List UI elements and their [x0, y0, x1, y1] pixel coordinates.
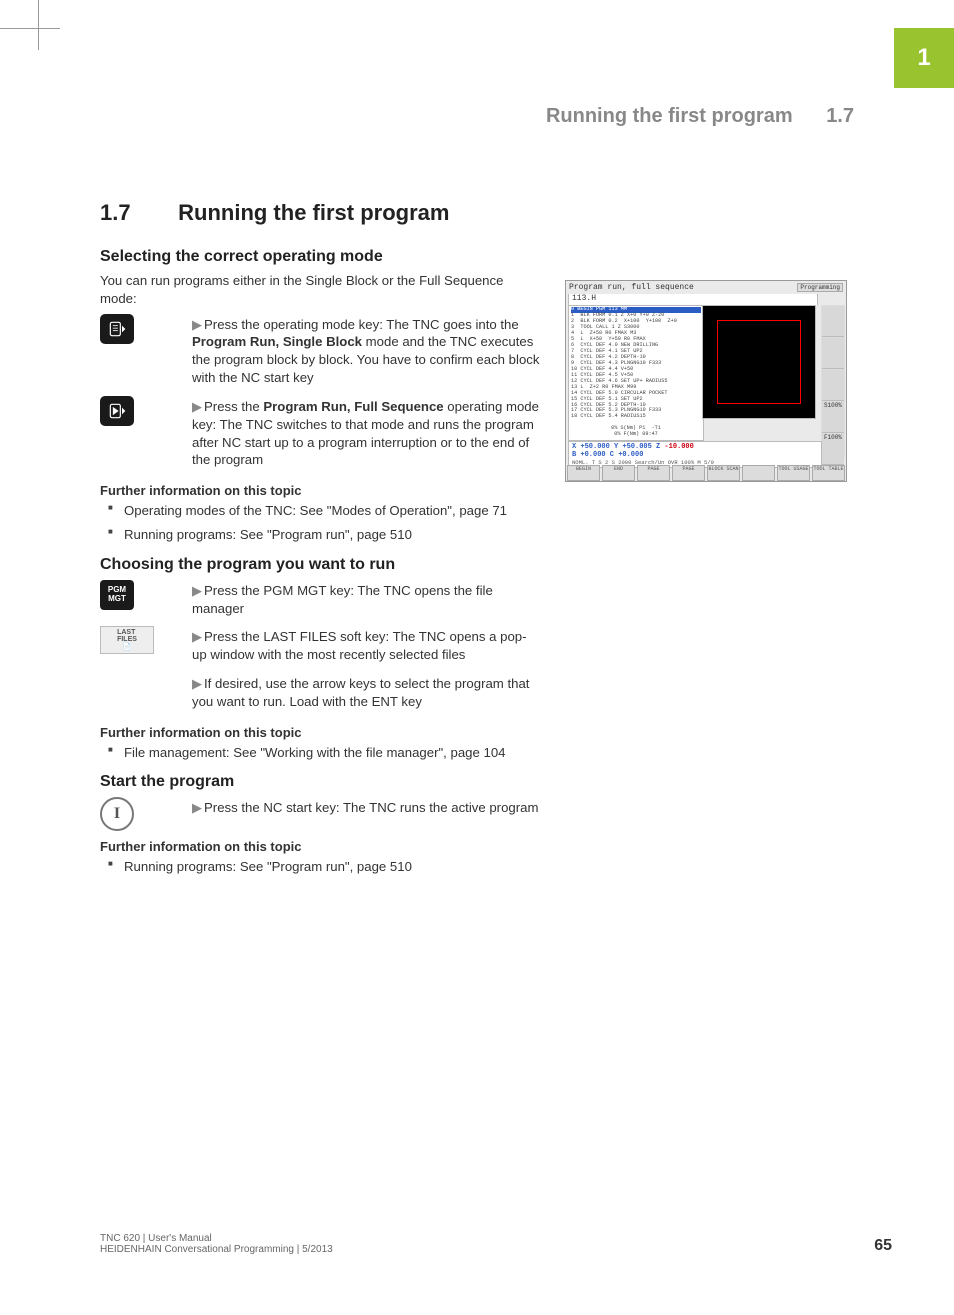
chapter-tab: 1 — [894, 28, 954, 88]
shot-mode-right: Programming — [797, 283, 843, 292]
footer-line2: HEIDENHAIN Conversational Programming | … — [100, 1244, 333, 1255]
softkey: PAGE — [637, 465, 670, 481]
running-header-section: 1.7 — [826, 105, 854, 127]
sidebar-widget — [822, 338, 844, 369]
bullet-triangle-icon: ▶ — [192, 582, 204, 600]
running-header-title: Running the first program — [546, 105, 793, 127]
step-single-block: ▶Press the operating mode key: The TNC g… — [100, 314, 540, 393]
section-heading: 1.7 Running the first program — [100, 200, 540, 226]
shot-softkey-row: BEGIN END PAGE PAGE BLOCK SCAN TOOL USAG… — [566, 465, 846, 481]
softkey — [742, 465, 775, 481]
sidebar-f100: F100% — [822, 434, 844, 465]
shot-workpiece-outline — [717, 320, 801, 404]
shot-sidebar: S100% F100% — [821, 305, 845, 459]
page-footer: TNC 620 | User's Manual HEIDENHAIN Conve… — [100, 1233, 892, 1255]
list-item: File management: See "Working with the f… — [100, 744, 540, 762]
running-header: Running the first program 1.7 — [546, 105, 854, 128]
intro-text: You can run programs either in the Singl… — [100, 272, 540, 308]
bullet-triangle-icon: ▶ — [192, 799, 204, 817]
step-arrow-select: ▶If desired, use the arrow keys to selec… — [100, 673, 540, 717]
subheading-start-program: Start the program — [100, 773, 540, 791]
footer-line1: TNC 620 | User's Manual — [100, 1233, 333, 1244]
step-full-sequence: ▶Press the Program Run, Full Sequence op… — [100, 396, 540, 475]
sidebar-s100: S100% — [822, 402, 844, 433]
last-files-softkey-icon: LAST FILES 📄 — [100, 626, 154, 654]
page-number: 65 — [874, 1237, 892, 1255]
further-info-heading: Further information on this topic — [100, 483, 540, 498]
list-item: Running programs: See "Program run", pag… — [100, 526, 540, 544]
single-block-key-icon — [100, 314, 134, 344]
softkey: BEGIN — [567, 465, 600, 481]
list-item: Running programs: See "Program run", pag… — [100, 858, 540, 876]
further-info-heading: Further information on this topic — [100, 839, 540, 854]
further-info-list: Operating modes of the TNC: See "Modes o… — [100, 502, 540, 544]
full-sequence-key-icon — [100, 396, 134, 426]
further-info-heading: Further information on this topic — [100, 725, 540, 740]
page-content: 1.7 Running the first program Selecting … — [100, 200, 540, 886]
further-info-list: Running programs: See "Program run", pag… — [100, 858, 540, 876]
shot-coordinates: X +50.000 Y +50.005 Z -10.000 B +0.000 C… — [568, 441, 822, 468]
softkey: TOOL USAGE — [777, 465, 810, 481]
subheading-choosing-program: Choosing the program you want to run — [100, 556, 540, 574]
shot-mode-title: Program run, full sequence — [569, 283, 694, 292]
bullet-triangle-icon: ▶ — [192, 675, 204, 693]
pgm-mgt-key-icon: PGM MGT — [100, 580, 134, 610]
step-pgm-mgt: PGM MGT ▶Press the PGM MGT key: The TNC … — [100, 580, 540, 624]
shot-filename: 113.H — [568, 294, 818, 305]
tnc-screenshot: Program run, full sequence Programming 1… — [565, 280, 847, 482]
section-number: 1.7 — [100, 200, 172, 226]
step-nc-start: I ▶Press the NC start key: The TNC runs … — [100, 797, 540, 831]
folder-icon: 📄 — [123, 643, 132, 651]
subheading-operating-mode: Selecting the correct operating mode — [100, 248, 540, 266]
bullet-triangle-icon: ▶ — [192, 398, 204, 416]
crop-mark-vertical — [38, 0, 39, 50]
shot-graphic-view — [702, 305, 816, 419]
step-last-files: LAST FILES 📄 ▶Press the LAST FILES soft … — [100, 626, 540, 670]
sidebar-widget — [822, 370, 844, 401]
softkey: PAGE — [672, 465, 705, 481]
softkey: BLOCK SCAN — [707, 465, 740, 481]
crop-mark-horizontal — [0, 28, 60, 29]
list-item: Operating modes of the TNC: See "Modes o… — [100, 502, 540, 520]
softkey: TOOL TABLE — [812, 465, 845, 481]
bullet-triangle-icon: ▶ — [192, 628, 204, 646]
softkey: END — [602, 465, 635, 481]
shot-program-listing: 0 BEGIN PGM 113 MM1 BLK FORM 0.1 Z X+0 Y… — [568, 305, 704, 441]
nc-start-key-icon: I — [100, 797, 134, 831]
further-info-list: File management: See "Working with the f… — [100, 744, 540, 762]
sidebar-widget — [822, 306, 844, 337]
bullet-triangle-icon: ▶ — [192, 316, 204, 334]
section-title: Running the first program — [178, 200, 449, 225]
